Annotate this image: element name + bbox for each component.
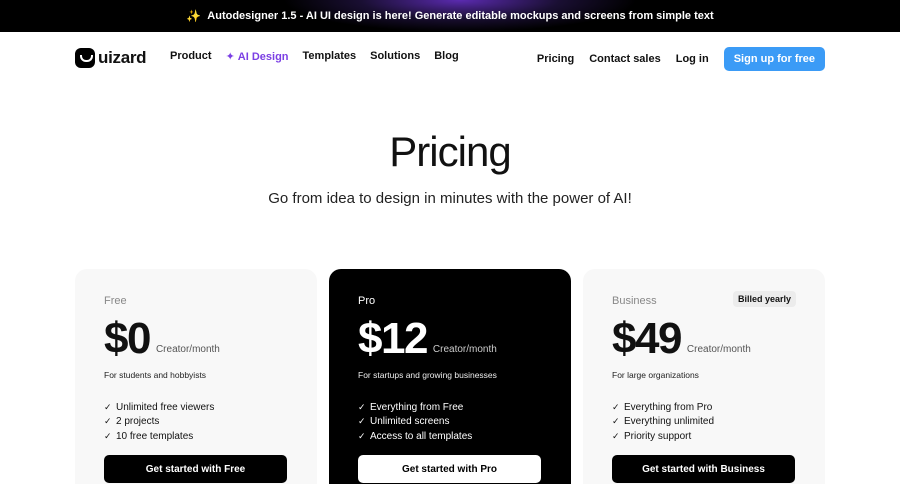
primary-nav: Product ✦ AI Design Templates Solutions … xyxy=(170,50,459,63)
secondary-nav: Pricing Contact sales Log in Sign up for… xyxy=(537,47,825,71)
top-nav: uizard Product ✦ AI Design Templates Sol… xyxy=(0,32,900,84)
plan-card-pro: Pro $12 Creator/month For startups and g… xyxy=(329,269,571,484)
feature-item: ✓ 10 free templates xyxy=(104,430,194,442)
get-started-business-button[interactable]: Get started with Business xyxy=(612,455,795,483)
plan-price-unit: Creator/month xyxy=(686,344,751,355)
feature-item: ✓ Everything from Pro xyxy=(612,401,713,413)
feature-item: ✓ Everything from Free xyxy=(358,401,464,413)
plan-card-business: Business Billed yearly $49 Creator/month… xyxy=(583,269,825,484)
plan-price: $0 xyxy=(104,314,151,363)
nav-item-log-in[interactable]: Log in xyxy=(676,53,709,65)
plan-name: Free xyxy=(104,295,127,307)
nav-item-product[interactable]: Product xyxy=(170,50,212,63)
announcement-banner[interactable]: ✨ Autodesigner 1.5 - AI UI design is her… xyxy=(0,0,900,32)
get-started-free-button[interactable]: Get started with Free xyxy=(104,455,287,483)
feature-item: ✓ Unlimited screens xyxy=(358,416,450,428)
get-started-pro-button[interactable]: Get started with Pro xyxy=(358,455,541,483)
check-icon: ✓ xyxy=(612,416,620,427)
nav-item-ai-design[interactable]: ✦ AI Design xyxy=(225,50,289,64)
feature-item: ✓ 2 projects xyxy=(104,416,160,428)
billed-yearly-badge: Billed yearly xyxy=(732,291,796,307)
feature-list: ✓ Everything from Pro ✓ Everything unlimit… xyxy=(612,400,796,444)
check-icon: ✓ xyxy=(104,430,112,441)
logo-mark-icon xyxy=(75,48,95,68)
feature-list: ✓ Everything from Free ✓ Unlimited screens… xyxy=(358,400,542,444)
check-icon: ✓ xyxy=(104,416,112,427)
plan-price: $49 xyxy=(612,314,682,363)
nav-item-solutions[interactable]: Solutions xyxy=(370,50,420,63)
plan-price-unit: Creator/month xyxy=(432,344,497,355)
sparkle-icon: ✨ xyxy=(186,9,202,23)
sparkle-icon: ✦ xyxy=(225,51,235,63)
feature-item: ✓ Unlimited free viewers xyxy=(104,401,215,413)
feature-item: ✓ Priority support xyxy=(612,430,692,442)
feature-item: ✓ Access to all templates xyxy=(358,430,473,442)
page-title: Pricing xyxy=(389,128,511,175)
page-subtitle: Go from idea to design in minutes with t… xyxy=(268,190,632,207)
logo-text: uizard xyxy=(98,48,147,67)
check-icon: ✓ xyxy=(358,416,366,427)
check-icon: ✓ xyxy=(612,401,620,412)
nav-item-pricing[interactable]: Pricing xyxy=(537,53,574,65)
banner-text: Autodesigner 1.5 - AI UI design is here!… xyxy=(207,10,714,22)
plan-description: For students and hobbyists xyxy=(104,370,207,380)
nav-item-templates[interactable]: Templates xyxy=(303,50,357,63)
check-icon: ✓ xyxy=(612,430,620,441)
feature-list: ✓ Unlimited free viewers ✓ 2 projects ✓ 10 … xyxy=(104,400,288,444)
plan-price-unit: Creator/month xyxy=(155,344,220,355)
feature-item: ✓ Everything unlimited xyxy=(612,416,715,428)
plan-price: $12 xyxy=(358,314,428,363)
nav-item-contact-sales[interactable]: Contact sales xyxy=(589,53,661,65)
plan-name: Pro xyxy=(358,295,376,307)
logo[interactable]: uizard xyxy=(75,48,147,68)
plan-description: For startups and growing businesses xyxy=(358,370,497,380)
nav-item-blog[interactable]: Blog xyxy=(434,50,458,63)
check-icon: ✓ xyxy=(104,401,112,412)
plan-description: For large organizations xyxy=(612,370,699,380)
nav-item-ai-design-label: AI Design xyxy=(237,50,289,63)
sign-up-button[interactable]: Sign up for free xyxy=(723,47,825,71)
check-icon: ✓ xyxy=(358,401,366,412)
plan-card-free: Free $0 Creator/month For students and h… xyxy=(75,269,317,484)
check-icon: ✓ xyxy=(358,430,366,441)
